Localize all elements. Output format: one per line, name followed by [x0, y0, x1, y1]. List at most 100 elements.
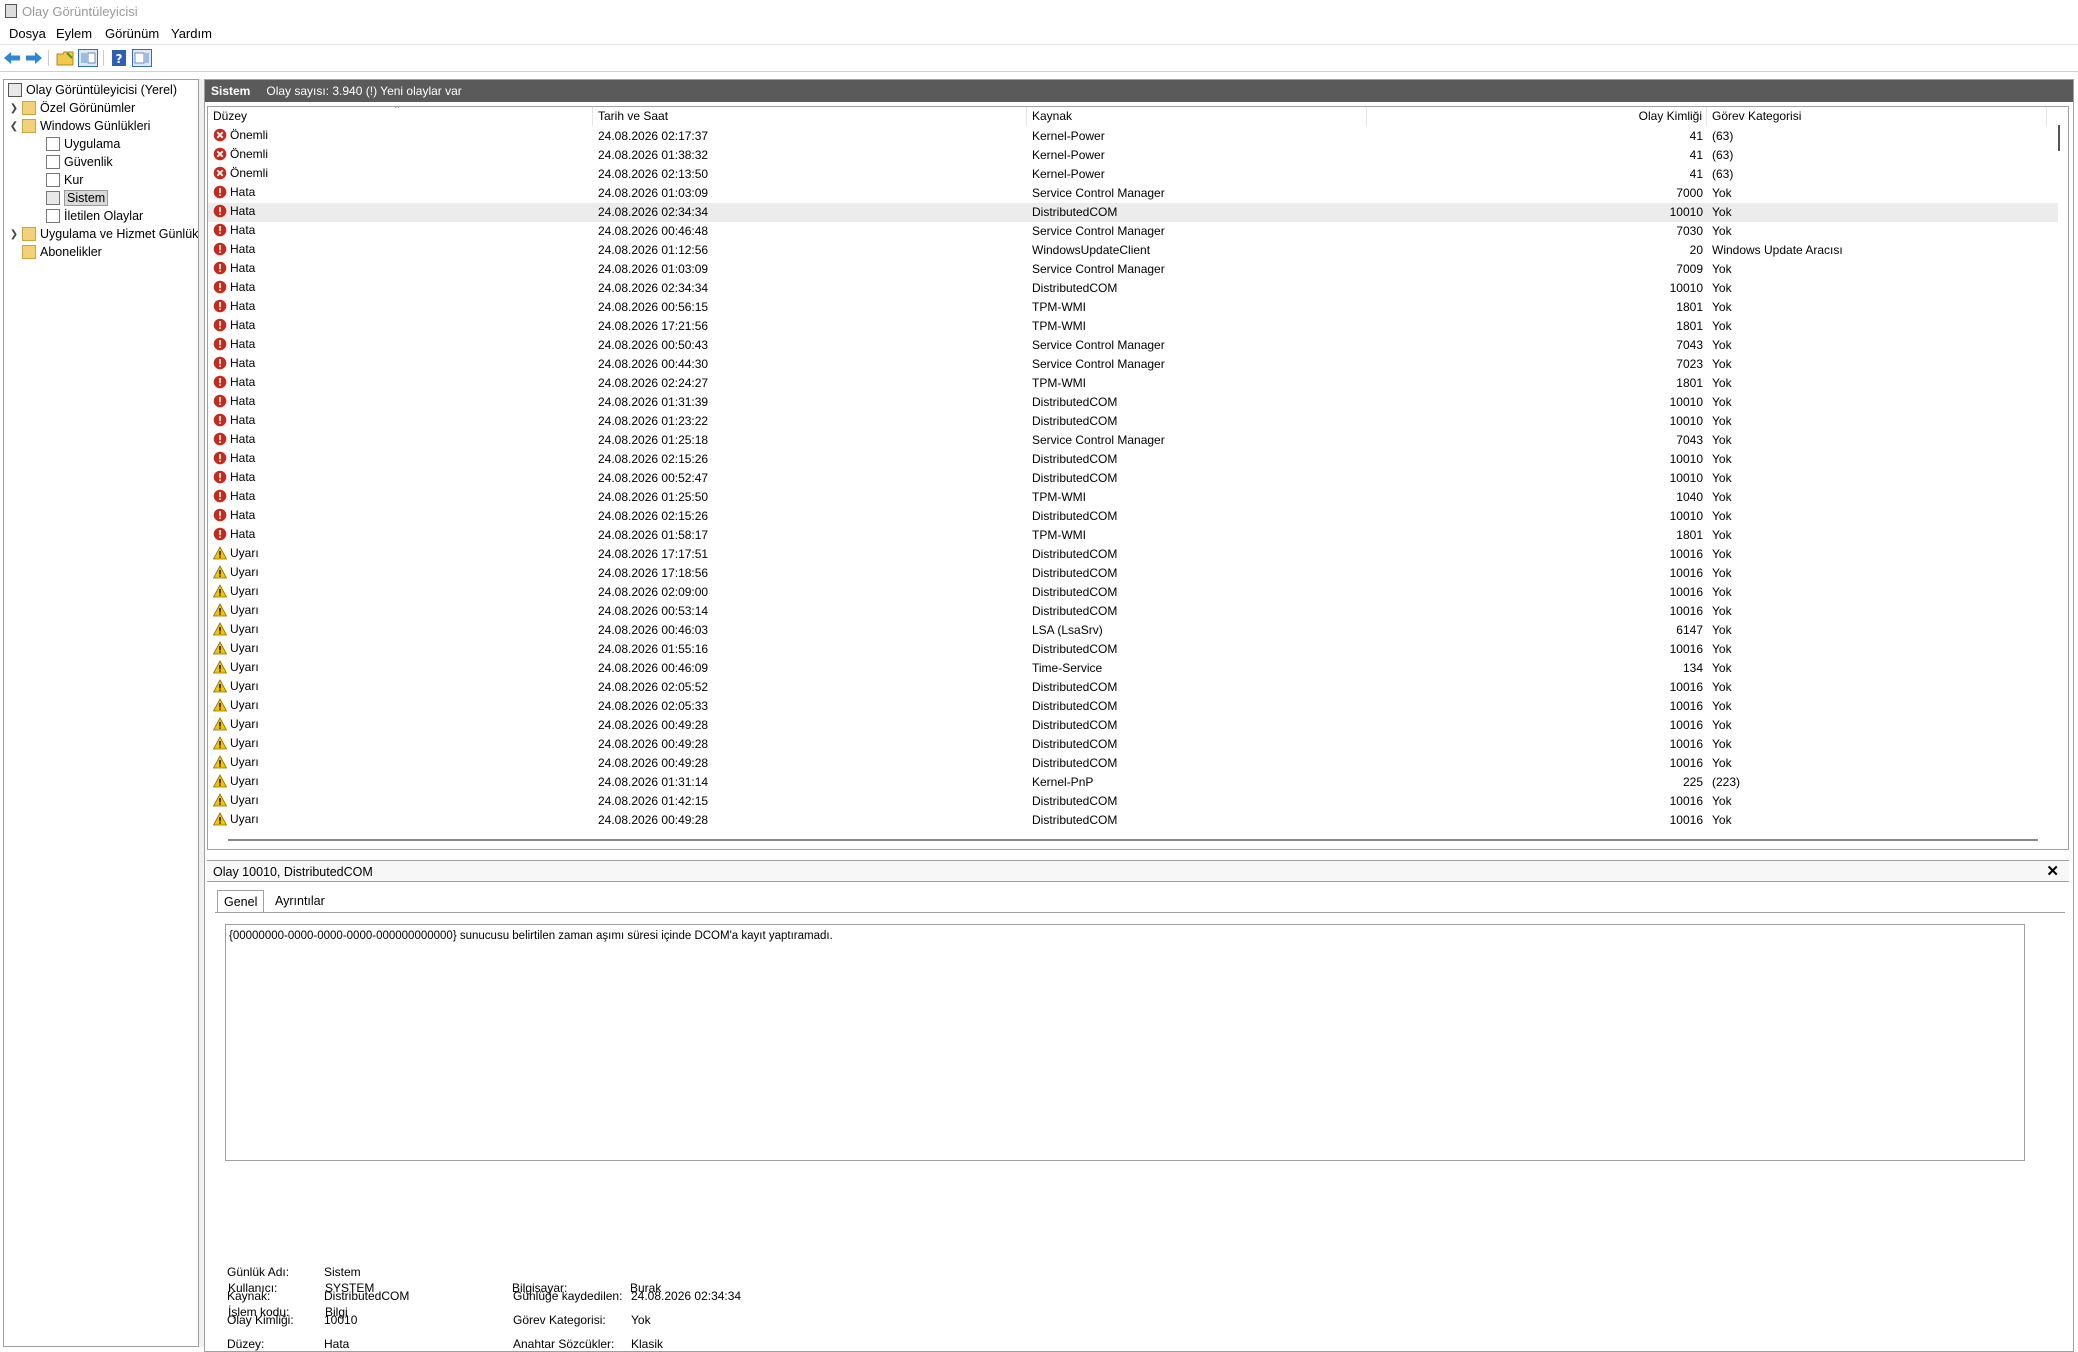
cell-datetime: 24.08.2026 02:05:52	[598, 680, 709, 694]
action-pane-icon[interactable]	[132, 49, 152, 67]
help-icon[interactable]: ?	[109, 49, 129, 67]
vertical-scrollbar[interactable]	[2058, 125, 2060, 151]
table-row[interactable]: Hata 24.08.2026 00:56:15 TPM-WMI 1801 Yok	[208, 298, 2058, 317]
table-row[interactable]: Hata 24.08.2026 00:50:43 Service Control M…	[208, 336, 2058, 355]
table-row[interactable]: Uyarı 24.08.2026 00:46:03 LSA (LsaSrv) 6147…	[208, 621, 2058, 640]
cell-category: Yok	[1712, 338, 1732, 352]
table-row[interactable]: Uyarı 24.08.2026 17:17:51 DistributedCOM 10…	[208, 545, 2058, 564]
cell-source: DistributedCOM	[1032, 395, 1118, 409]
cell-level: Uyarı	[212, 641, 259, 655]
table-row[interactable]: Hata 24.08.2026 01:58:17 TPM-WMI 1801 Yok	[208, 526, 2058, 545]
event-message-box[interactable]: {00000000-0000-0000-0000-000000000000} s…	[225, 924, 2025, 1161]
chevron-right-icon[interactable]: ❯	[8, 229, 20, 240]
menu-action[interactable]: Eylem	[56, 26, 92, 41]
table-row[interactable]: Önemli 24.08.2026 02:17:37 Kernel-Power 41 (…	[208, 127, 2058, 146]
cell-level: Uyarı	[212, 546, 259, 560]
cell-level: Önemli	[213, 147, 268, 161]
table-row[interactable]: Hata 24.08.2026 02:15:26 DistributedCOM 100…	[208, 450, 2058, 469]
close-icon[interactable]: ✕	[2046, 861, 2059, 883]
horizontal-scrollbar[interactable]	[228, 839, 2038, 841]
table-row[interactable]: Uyarı 24.08.2026 00:49:28 DistributedCOM 10…	[208, 716, 2058, 735]
table-row[interactable]: Hata 24.08.2026 02:34:34 DistributedCOM 100…	[208, 279, 2058, 298]
table-row[interactable]: Uyarı 24.08.2026 01:55:16 DistributedCOM 10…	[208, 640, 2058, 659]
cell-datetime: 24.08.2026 01:25:50	[598, 490, 709, 504]
table-row[interactable]: Uyarı 24.08.2026 01:31:14 Kernel-PnP 225 (22…	[208, 773, 2058, 792]
column-header-level[interactable]: Düzey ⌃	[208, 107, 593, 126]
level-text: Hata	[230, 318, 256, 332]
column-header-event-id[interactable]: Olay Kimliği	[1367, 107, 1707, 126]
cell-datetime: 24.08.2026 01:55:16	[598, 642, 709, 656]
console-tree-icon[interactable]	[78, 49, 98, 67]
table-row[interactable]: Önemli 24.08.2026 02:13:50 Kernel-Power 41 (…	[208, 165, 2058, 184]
level-text: Uyarı	[230, 546, 259, 560]
table-row[interactable]: Uyarı 24.08.2026 00:49:28 DistributedCOM 10…	[208, 811, 2058, 830]
cell-event-id: 10010	[1669, 471, 1703, 485]
table-row[interactable]: Hata 24.08.2026 01:03:09 Service Control M…	[208, 260, 2058, 279]
cell-source: Kernel-Power	[1032, 167, 1105, 181]
table-row[interactable]: Uyarı 24.08.2026 02:05:52 DistributedCOM 10…	[208, 678, 2058, 697]
table-row[interactable]: Uyarı 24.08.2026 00:53:14 DistributedCOM 10…	[208, 602, 2058, 621]
menu-file[interactable]: Dosya	[9, 26, 46, 41]
column-header-source[interactable]: Kaynak	[1027, 107, 1367, 126]
cell-datetime: 24.08.2026 17:17:51	[598, 547, 709, 561]
tree-item-subscriptions[interactable]: Abonelikler	[22, 243, 102, 261]
cell-source: DistributedCOM	[1032, 794, 1118, 808]
cell-source: DistributedCOM	[1032, 281, 1118, 295]
cell-level: Hata	[213, 299, 255, 313]
table-row[interactable]: Uyarı 24.08.2026 00:46:09 Time-Service 134 Y…	[208, 659, 2058, 678]
table-row[interactable]: Uyarı 24.08.2026 02:09:00 DistributedCOM 10…	[208, 583, 2058, 602]
cell-datetime: 24.08.2026 00:56:15	[598, 300, 709, 314]
table-row[interactable]: Hata 24.08.2026 00:44:30 Service Control M…	[208, 355, 2058, 374]
column-header-datetime[interactable]: Tarih ve Saat	[593, 107, 1027, 126]
tree-item-custom-views[interactable]: ❯ Özel Görünümler	[8, 99, 135, 117]
table-row[interactable]: Uyarı 24.08.2026 17:18:56 DistributedCOM 10…	[208, 564, 2058, 583]
error-icon	[213, 356, 227, 370]
chevron-down-icon[interactable]: ❮	[8, 121, 20, 132]
cell-event-id: 10016	[1669, 794, 1703, 808]
tab-details[interactable]: Ayrıntılar	[269, 890, 331, 912]
chevron-right-icon[interactable]: ❯	[8, 103, 20, 114]
open-folder-icon[interactable]	[55, 49, 75, 67]
table-row[interactable]: Uyarı 24.08.2026 00:49:28 DistributedCOM 10…	[208, 754, 2058, 773]
table-row[interactable]: Uyarı 24.08.2026 00:49:28 DistributedCOM 10…	[208, 735, 2058, 754]
cell-event-id: 1801	[1676, 300, 1703, 314]
table-row[interactable]: Hata 24.08.2026 01:03:09 Service Control M…	[208, 184, 2058, 203]
cell-datetime: 24.08.2026 00:46:03	[598, 623, 709, 637]
table-row[interactable]: Hata 24.08.2026 00:52:47 DistributedCOM 100…	[208, 469, 2058, 488]
tree-item-app-service-logs[interactable]: ❯ Uygulama ve Hizmet Günlük	[8, 225, 198, 243]
table-row[interactable]: Hata 24.08.2026 02:24:27 TPM-WMI 1801 Yok	[208, 374, 2058, 393]
cell-datetime: 24.08.2026 01:42:15	[598, 794, 709, 808]
back-arrow-icon[interactable]	[2, 49, 22, 67]
column-header-category[interactable]: Görev Kategorisi	[1707, 107, 2047, 126]
cell-level: Hata	[213, 527, 255, 541]
table-row[interactable]: Hata 24.08.2026 02:34:34 DistributedCOM 100…	[208, 203, 2058, 222]
tree-item-application[interactable]: Uygulama	[46, 135, 120, 153]
tree-item-system[interactable]: Sistem	[46, 189, 109, 207]
tree-item-setup[interactable]: Kur	[46, 171, 83, 189]
tree-item-windows-logs[interactable]: ❮ Windows Günlükleri	[8, 117, 150, 135]
table-row[interactable]: Hata 24.08.2026 17:21:56 TPM-WMI 1801 Yok	[208, 317, 2058, 336]
cell-level: Uyarı	[212, 565, 259, 579]
table-row[interactable]: Önemli 24.08.2026 01:38:32 Kernel-Power 41 (…	[208, 146, 2058, 165]
sort-caret-icon: ⌃	[393, 106, 402, 116]
table-row[interactable]: Hata 24.08.2026 01:23:22 DistributedCOM 100…	[208, 412, 2058, 431]
tab-general[interactable]: Genel	[217, 890, 265, 912]
table-row[interactable]: Hata 24.08.2026 01:25:18 Service Control M…	[208, 431, 2058, 450]
tree-item-security[interactable]: Güvenlik	[46, 153, 113, 171]
level-text: Uyarı	[230, 812, 259, 826]
tree-item-forwarded-events[interactable]: İletilen Olaylar	[46, 207, 143, 225]
table-row[interactable]: Uyarı 24.08.2026 02:05:33 DistributedCOM 10…	[208, 697, 2058, 716]
table-row[interactable]: Hata 24.08.2026 01:31:39 DistributedCOM 100…	[208, 393, 2058, 412]
table-row[interactable]: Hata 24.08.2026 01:12:56 WindowsUpdateClie…	[208, 241, 2058, 260]
tree-root-event-viewer[interactable]: Olay Görüntüleyicisi (Yerel)	[8, 81, 177, 99]
menu-view[interactable]: Görünüm	[105, 26, 159, 41]
cell-level: Uyarı	[212, 660, 259, 674]
table-row[interactable]: Uyarı 24.08.2026 01:42:15 DistributedCOM 10…	[208, 792, 2058, 811]
forward-arrow-icon[interactable]	[24, 49, 44, 67]
menu-help[interactable]: Yardım	[171, 26, 212, 41]
level-text: Uyarı	[230, 584, 259, 598]
table-row[interactable]: Hata 24.08.2026 02:15:26 DistributedCOM 100…	[208, 507, 2058, 526]
table-row[interactable]: Hata 24.08.2026 00:46:48 Service Control M…	[208, 222, 2058, 241]
table-row[interactable]: Hata 24.08.2026 01:25:50 TPM-WMI 1040 Yok	[208, 488, 2058, 507]
cell-event-id: 134	[1682, 661, 1703, 675]
